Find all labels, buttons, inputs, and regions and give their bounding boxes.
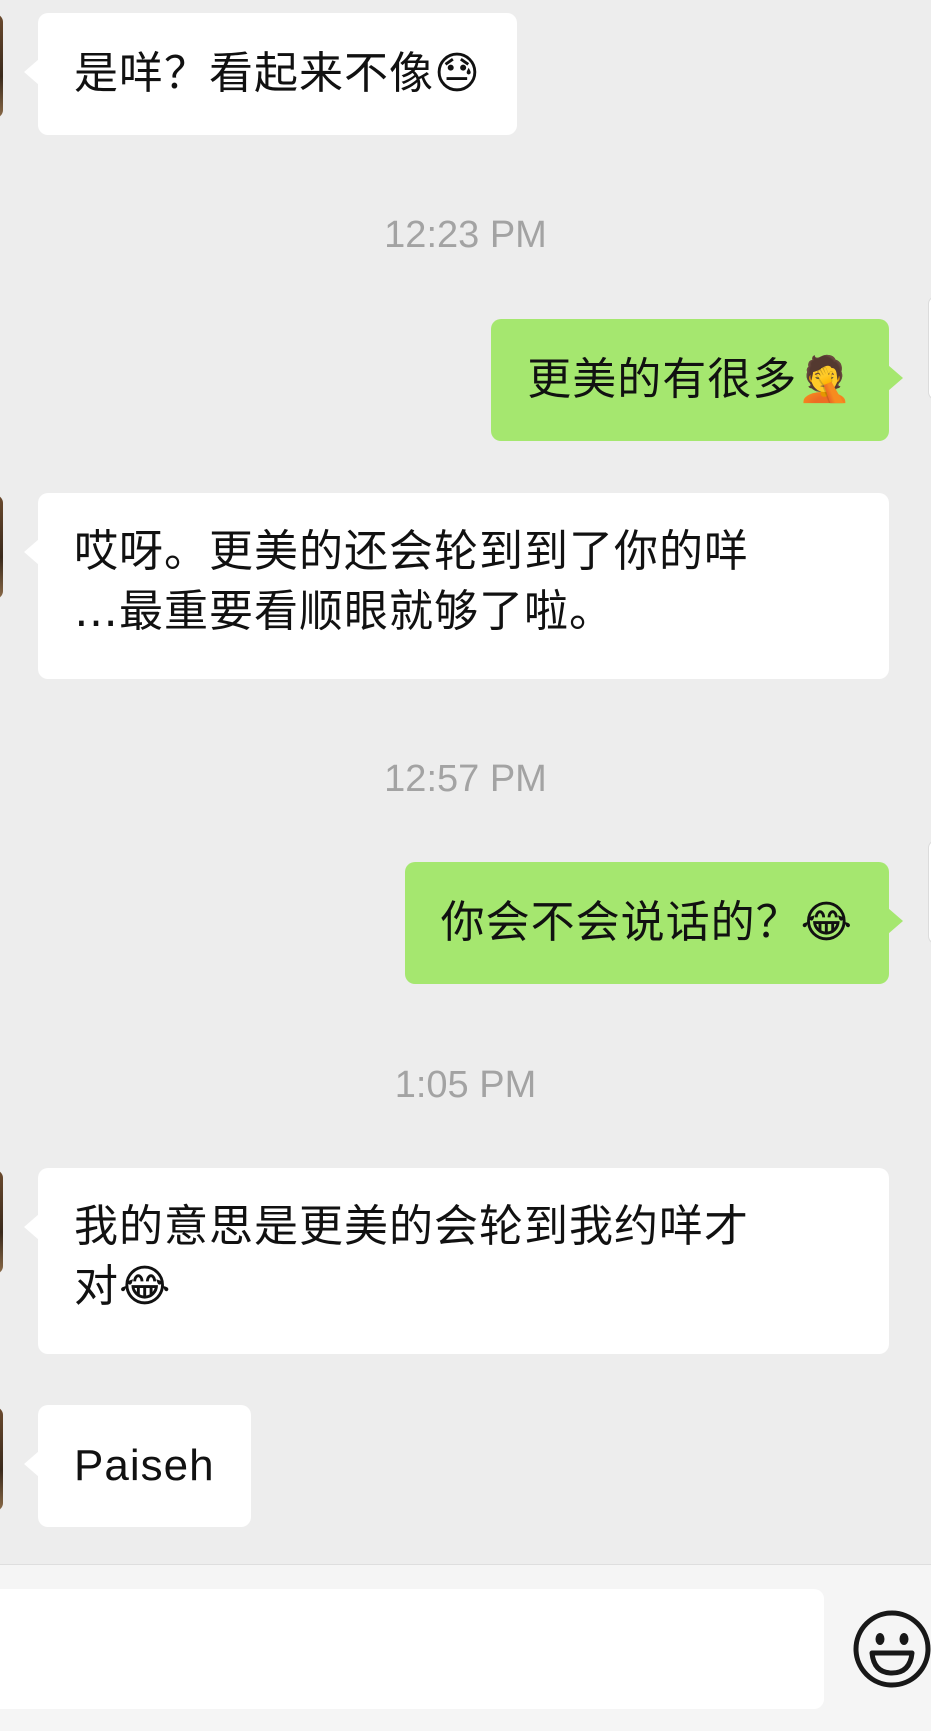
outgoing-message-bubble[interactable]: 更美的有很多🤦 xyxy=(491,319,903,441)
message-text: Paiseh xyxy=(74,1441,215,1490)
message-text-line: 对 xyxy=(74,1261,119,1312)
message-text-line: 哎呀。更美的还会轮到到了你的咩 xyxy=(74,526,749,577)
tears-of-joy-emoji-icon: 😂 xyxy=(800,897,853,948)
message-timestamp: 1:05 PM xyxy=(394,1064,537,1106)
outgoing-message-bubble[interactable]: 你会不会说话的？😂 xyxy=(404,862,904,984)
sweat-face-emoji-icon: 😓 xyxy=(434,48,481,99)
message-text: 更美的有很多 xyxy=(527,354,798,405)
message-text: 你会不会说话的？ xyxy=(440,897,801,948)
message-timestamp: 12:23 PM xyxy=(384,214,547,256)
facepalm-emoji-icon: 🤦 xyxy=(797,354,853,405)
incoming-message-bubble[interactable]: 是咩？看起来不像😓 xyxy=(24,13,517,135)
contact-avatar[interactable] xyxy=(0,14,3,118)
contact-avatar[interactable] xyxy=(0,495,3,599)
incoming-message-bubble[interactable]: 哎呀。更美的还会轮到到了你的咩 …最重要看顺眼就够了啦。 xyxy=(24,493,889,679)
message-text-line: 我的意思是更美的会轮到我约咩才 xyxy=(74,1201,749,1252)
incoming-message-bubble[interactable]: Paiseh xyxy=(24,1405,251,1527)
incoming-message-bubble[interactable]: 我的意思是更美的会轮到我约咩才 对😂 xyxy=(24,1168,889,1354)
contact-avatar[interactable] xyxy=(0,1407,3,1511)
contact-avatar[interactable] xyxy=(0,1170,3,1274)
message-text-line: …最重要看顺眼就够了啦。 xyxy=(74,586,614,637)
chat-message-list[interactable]: 是咩？看起来不像😓 12:23 PM 更美的有很多🤦 哎呀。更美的还会轮到到了你… xyxy=(0,0,931,1564)
message-timestamp: 12:57 PM xyxy=(384,758,547,800)
smiley-face-icon[interactable] xyxy=(852,1609,931,1689)
message-text: 是咩？看起来不像 xyxy=(74,48,434,99)
tears-of-joy-emoji-icon: 😂 xyxy=(119,1261,172,1312)
message-input-bar xyxy=(0,1564,931,1731)
message-input[interactable] xyxy=(0,1589,824,1709)
